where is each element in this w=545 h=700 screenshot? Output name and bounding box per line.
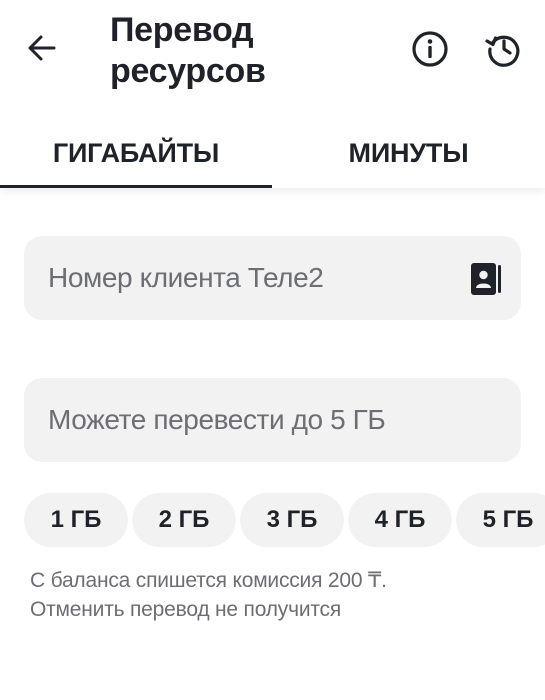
commission-note-line1: С баланса спишется комиссия 200 ₸. xyxy=(30,569,387,592)
arrow-left-icon xyxy=(28,35,56,61)
page-title-line2: ресурсов xyxy=(110,52,266,90)
commission-note: С баланса спишется комиссия 200 ₸. Отмен… xyxy=(30,566,530,624)
contacts-book-icon[interactable] xyxy=(469,262,503,296)
page-title-line1: Перевод xyxy=(110,11,254,49)
amount-chip-1gb[interactable]: 1 ГБ xyxy=(24,493,128,547)
tab-bar: ГИГАБАЙТЫ МИНУТЫ xyxy=(0,118,545,188)
tab-active-indicator xyxy=(0,185,272,188)
commission-note-line2: Отменить перевод не получится xyxy=(30,598,342,621)
amount-chip-3gb[interactable]: 3 ГБ xyxy=(240,493,344,547)
info-icon xyxy=(412,31,448,67)
back-button[interactable] xyxy=(24,30,60,66)
amount-chip-5gb[interactable]: 5 ГБ xyxy=(456,493,545,547)
amount-input[interactable]: Можете перевести до 5 ГБ xyxy=(24,378,521,462)
header: Перевод ресурсов xyxy=(0,0,545,110)
amount-chips: 1 ГБ 2 ГБ 3 ГБ 4 ГБ 5 ГБ xyxy=(24,493,545,547)
history-icon xyxy=(485,35,520,67)
tab-minutes[interactable]: МИНУТЫ xyxy=(272,118,545,188)
amount-chip-4gb[interactable]: 4 ГБ xyxy=(348,493,452,547)
amount-chip-2gb[interactable]: 2 ГБ xyxy=(132,493,236,547)
page-title: Перевод ресурсов xyxy=(110,10,370,92)
tab-gigabytes[interactable]: ГИГАБАЙТЫ xyxy=(0,118,272,188)
phone-input[interactable]: Номер клиента Теле2 xyxy=(24,236,521,320)
amount-input-placeholder: Можете перевести до 5 ГБ xyxy=(48,404,386,435)
info-button[interactable] xyxy=(410,29,450,69)
history-button[interactable] xyxy=(484,29,524,69)
phone-input-placeholder: Номер клиента Теле2 xyxy=(48,262,324,293)
